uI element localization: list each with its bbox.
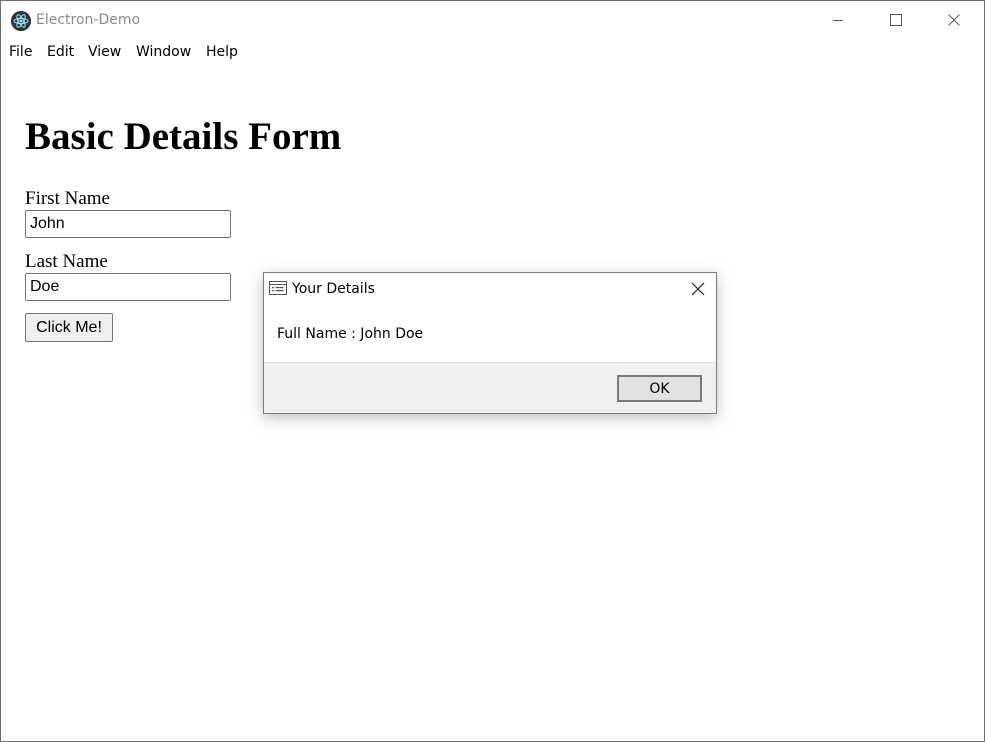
ok-button[interactable]: OK: [617, 375, 702, 402]
app-window: Electron-Demo File Edit View Window Help…: [0, 0, 985, 742]
dialog-title-bar[interactable]: Your Details: [264, 273, 716, 305]
maximize-button[interactable]: [867, 1, 925, 39]
dialog-close-button[interactable]: [680, 273, 716, 305]
title-bar[interactable]: Electron-Demo: [1, 1, 984, 39]
window-title: Electron-Demo: [36, 12, 141, 28]
message-box-icon: [269, 281, 287, 295]
maximize-icon: [890, 14, 902, 26]
electron-logo-icon: [11, 11, 31, 31]
close-icon: [948, 14, 960, 26]
close-window-button[interactable]: [925, 1, 983, 39]
minimize-icon: [833, 20, 843, 21]
first-name-label: First Name: [25, 188, 110, 209]
dialog-title: Your Details: [292, 281, 375, 297]
menu-file[interactable]: File: [9, 42, 32, 62]
menu-help[interactable]: Help: [206, 42, 238, 62]
menu-window[interactable]: Window: [136, 42, 191, 62]
last-name-input[interactable]: [25, 273, 231, 301]
minimize-button[interactable]: [809, 1, 867, 39]
page-title: Basic Details Form: [25, 115, 342, 158]
close-icon: [691, 282, 705, 296]
last-name-label: Last Name: [25, 251, 108, 272]
menu-view[interactable]: View: [88, 42, 121, 62]
menu-edit[interactable]: Edit: [47, 42, 74, 62]
details-dialog: Your Details Full Name : John Doe OK: [263, 272, 717, 414]
dialog-footer: OK: [264, 362, 716, 413]
dialog-message: Full Name : John Doe: [277, 326, 424, 342]
menu-bar: File Edit View Window Help: [1, 39, 984, 65]
click-me-button[interactable]: Click Me!: [25, 313, 113, 342]
first-name-input[interactable]: [25, 210, 231, 238]
